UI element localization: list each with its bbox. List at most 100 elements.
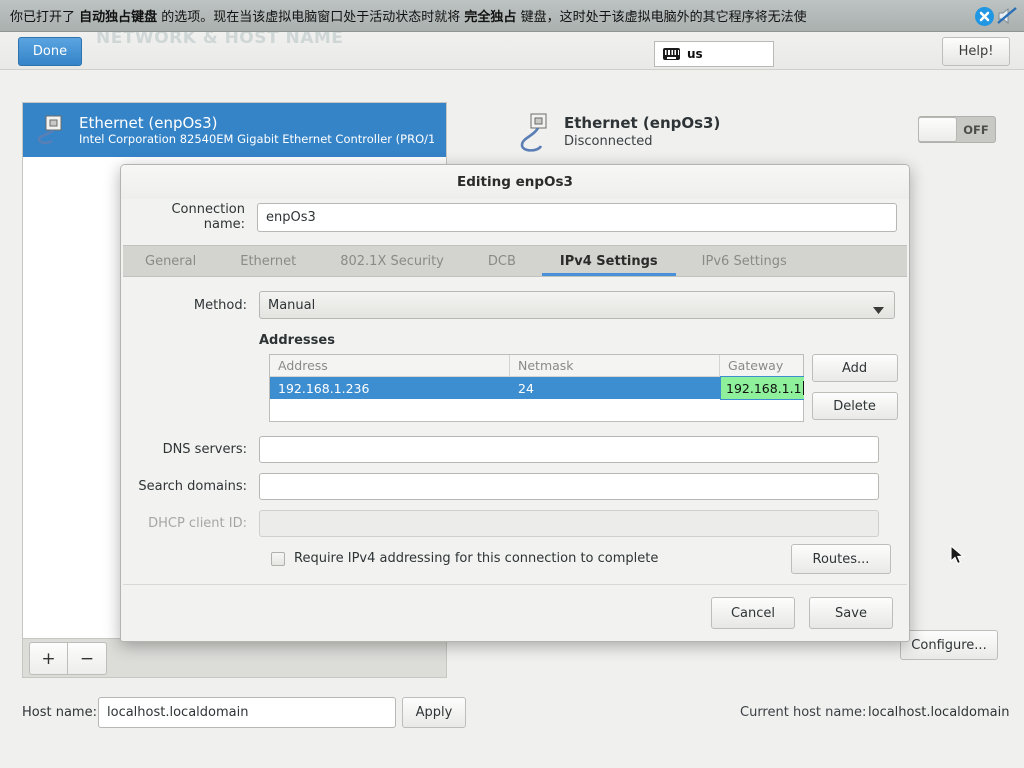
dns-servers-label: DNS servers: <box>162 442 247 457</box>
cell-netmask[interactable]: 24 <box>510 377 720 399</box>
routes-button[interactable]: Routes... <box>791 544 891 574</box>
cell-gateway-editor[interactable]: 192.168.1.1 <box>720 376 804 400</box>
notification-bold-1: 自动独占键盘 <box>79 10 158 25</box>
current-host-name-label: Current host name: <box>740 705 867 720</box>
tab-dcb-label: DCB <box>487 253 516 269</box>
apply-button-label: Apply <box>415 705 453 720</box>
close-circle-icon[interactable] <box>975 7 994 26</box>
keyboard-layout-label: us <box>687 47 703 61</box>
table-row[interactable]: 192.168.1.236 24 192.168.1.1 <box>270 376 804 400</box>
add-address-button[interactable]: Add <box>811 354 898 382</box>
connection-name-input[interactable] <box>257 202 897 232</box>
delete-address-button[interactable]: Delete <box>811 392 898 420</box>
dns-servers-input[interactable] <box>259 436 879 463</box>
dialog-tabs: General Ethernet 802.1X Security DCB IPv… <box>123 245 907 277</box>
tab-ipv4-settings-label: IPv4 Settings <box>559 253 658 269</box>
tab-ethernet-label: Ethernet <box>240 253 297 269</box>
dialog-title: Editing enpOs3 <box>121 165 909 199</box>
connection-name-label: Connection name: <box>171 202 245 232</box>
tab-general[interactable]: General <box>123 246 218 276</box>
tab-ipv4-settings[interactable]: IPv4 Settings <box>538 246 680 276</box>
addresses-table[interactable]: Address Netmask Gateway 192.168.1.236 24… <box>269 354 804 422</box>
tab-ethernet[interactable]: Ethernet <box>218 246 318 276</box>
tab-dcb[interactable]: DCB <box>466 246 538 276</box>
cell-gateway-value: 192.168.1.1 <box>726 380 802 396</box>
add-address-label: Add <box>841 360 868 376</box>
host-name-label: Host name: <box>22 705 97 720</box>
list-item-description: Intel Corporation 82540EM Gigabit Ethern… <box>79 132 434 146</box>
add-interface-button[interactable]: + <box>29 642 68 675</box>
keyboard-layout-indicator[interactable]: us <box>654 41 774 67</box>
addresses-buttons: Add Delete <box>811 354 898 420</box>
tab-8021x-security[interactable]: 802.1X Security <box>318 246 466 276</box>
method-label: Method: <box>193 297 247 313</box>
dhcp-client-id-input <box>259 510 879 537</box>
addresses-area: Address Netmask Gateway 192.168.1.236 24… <box>269 354 898 422</box>
column-header-address: Address <box>270 355 510 376</box>
help-button[interactable]: Help! <box>942 37 1010 66</box>
detail-title: Ethernet (enpOs3) <box>564 114 721 132</box>
host-name-bar: Host name: Apply Current host name: loca… <box>0 688 1024 738</box>
cancel-button-label: Cancel <box>730 605 776 621</box>
table-empty-row[interactable] <box>270 399 803 421</box>
current-host-name-value: localhost.localdomain <box>868 705 1010 720</box>
connection-name-row: Connection name: <box>121 199 909 232</box>
search-domains-input[interactable] <box>259 473 879 500</box>
ethernet-cable-icon <box>520 112 554 152</box>
routes-button-label: Routes... <box>812 551 870 567</box>
tab-8021x-security-label: 802.1X Security <box>340 253 444 269</box>
method-select[interactable]: Manual <box>259 291 895 319</box>
remove-interface-button[interactable]: − <box>68 642 107 675</box>
delete-address-label: Delete <box>833 398 876 414</box>
save-button-label: Save <box>835 605 867 621</box>
list-item-title: Ethernet (enpOs3) <box>79 114 218 132</box>
nic-list-toolbar: + − <box>22 638 447 678</box>
column-header-netmask: Netmask <box>510 355 720 376</box>
configure-button-label: Configure... <box>911 637 987 653</box>
toggle-knob <box>918 116 957 142</box>
search-domains-label: Search domains: <box>138 479 247 494</box>
help-button-label: Help! <box>958 44 994 59</box>
done-button[interactable]: Done <box>18 37 82 66</box>
keyboard-icon <box>663 48 680 60</box>
ipv4-settings-panel: Method: Manual Addresses Address Netmask… <box>123 277 907 585</box>
dialog-action-buttons: Cancel Save <box>711 597 893 629</box>
method-row: Method: Manual <box>135 291 895 319</box>
add-interface-label: + <box>41 648 56 669</box>
interface-power-toggle[interactable]: OFF <box>918 116 996 143</box>
notification-text-part1: 你已打开了 <box>10 10 80 25</box>
ethernet-cable-icon <box>35 114 69 146</box>
host-name-input[interactable] <box>98 697 396 728</box>
method-selected-value: Manual <box>268 297 316 313</box>
chevron-down-icon <box>873 303 884 318</box>
text-caret <box>802 381 804 395</box>
cell-address[interactable]: 192.168.1.236 <box>270 377 510 399</box>
notification-text: 你已打开了 自动独占键盘 的选项。现在当该虚拟电脑窗口处于活动状态时就将 完全独… <box>10 6 807 25</box>
detail-header: Ethernet (enpOs3) Disconnected <box>520 112 721 152</box>
cancel-button[interactable]: Cancel <box>711 597 795 629</box>
require-ipv4-label: Require IPv4 addressing for this connect… <box>294 551 659 566</box>
save-button[interactable]: Save <box>809 597 893 629</box>
apply-button[interactable]: Apply <box>402 697 466 728</box>
column-header-gateway: Gateway <box>728 358 784 373</box>
remove-interface-label: − <box>79 648 95 669</box>
addresses-section-title: Addresses <box>259 333 335 348</box>
tab-ipv6-settings[interactable]: IPv6 Settings <box>680 246 809 276</box>
virtualbox-notification-bar: 你已打开了 自动独占键盘 的选项。现在当该虚拟电脑窗口处于活动状态时就将 完全独… <box>0 0 1024 32</box>
tab-ipv6-settings-label: IPv6 Settings <box>701 253 787 269</box>
configure-button[interactable]: Configure... <box>900 630 998 660</box>
edit-connection-dialog: Editing enpOs3 Connection name: General … <box>120 164 910 642</box>
dns-servers-row: DNS servers: <box>135 436 895 463</box>
detail-status: Disconnected <box>564 134 653 149</box>
tabs-filler <box>809 246 907 276</box>
sound-muted-icon[interactable] <box>996 6 1018 26</box>
dhcp-client-id-label: DHCP client ID: <box>148 516 247 531</box>
toggle-state-label: OFF <box>963 122 989 137</box>
done-button-label: Done <box>32 44 68 59</box>
table-header-row: Address Netmask Gateway <box>270 355 803 377</box>
search-domains-row: Search domains: <box>135 473 895 500</box>
notification-bold-2: 完全独占 <box>464 10 517 25</box>
list-item[interactable]: Ethernet (enpOs3) Intel Corporation 8254… <box>23 103 446 157</box>
require-ipv4-checkbox[interactable] <box>271 551 285 566</box>
dhcp-client-id-row: DHCP client ID: <box>135 510 895 537</box>
